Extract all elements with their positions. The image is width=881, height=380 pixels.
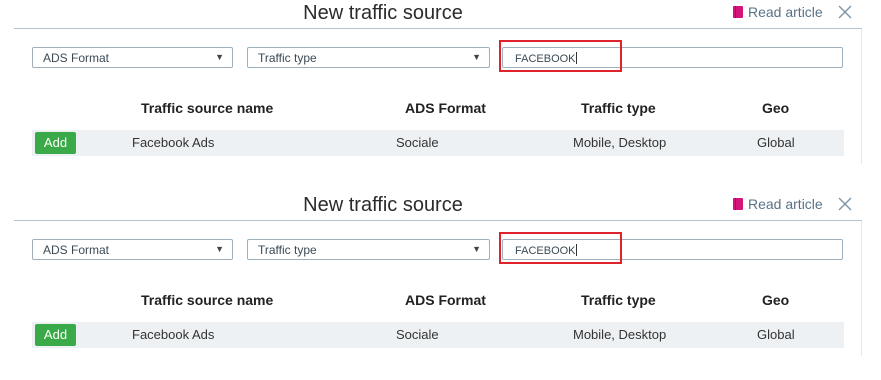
- dropdown-arrow-icon: ▼: [215, 52, 224, 62]
- traffic-type-select[interactable]: Traffic type ▼: [247, 239, 490, 260]
- dropdown-arrow-icon: ▼: [472, 52, 481, 62]
- book-icon: [733, 6, 743, 18]
- search-highlight-box: [499, 232, 622, 264]
- page-title: New traffic source: [303, 194, 463, 216]
- new-traffic-source-panel: New traffic source Read article ADS Form…: [0, 0, 881, 188]
- traffic-type-select-value: Traffic type: [258, 243, 317, 257]
- dropdown-arrow-icon: ▼: [215, 244, 224, 254]
- cell-name: Facebook Ads: [132, 135, 215, 150]
- read-article-label: Read article: [748, 196, 823, 212]
- read-article-label: Read article: [748, 4, 823, 20]
- search-highlight-box: [499, 40, 622, 72]
- cell-ads-format: Sociale: [396, 327, 439, 342]
- cell-ads-format: Sociale: [396, 135, 439, 150]
- new-traffic-source-panel: New traffic source Read article ADS Form…: [0, 192, 881, 380]
- column-header-traffic-type: Traffic type: [581, 100, 656, 116]
- column-header-name: Traffic source name: [141, 292, 274, 308]
- read-article-link[interactable]: Read article: [733, 196, 823, 212]
- add-button[interactable]: Add: [35, 324, 76, 346]
- column-header-geo: Geo: [762, 100, 790, 116]
- dropdown-arrow-icon: ▼: [472, 244, 481, 254]
- column-header-geo: Geo: [762, 292, 790, 308]
- traffic-type-select[interactable]: Traffic type ▼: [247, 47, 490, 68]
- ads-format-select-value: ADS Format: [43, 243, 110, 257]
- cell-traffic-type: Mobile, Desktop: [573, 327, 667, 342]
- column-header-traffic-type: Traffic type: [581, 292, 656, 308]
- close-icon[interactable]: [836, 195, 854, 213]
- header-divider: [14, 28, 862, 29]
- ads-format-select[interactable]: ADS Format ▼: [32, 47, 233, 68]
- header-divider: [14, 220, 862, 221]
- ads-format-select-value: ADS Format: [43, 51, 110, 65]
- add-button[interactable]: Add: [35, 132, 76, 154]
- close-icon[interactable]: [836, 3, 854, 21]
- column-header-ads-format: ADS Format: [405, 292, 486, 308]
- column-header-ads-format: ADS Format: [405, 100, 486, 116]
- cell-name: Facebook Ads: [132, 327, 215, 342]
- cell-geo: Global: [757, 135, 795, 150]
- column-header-name: Traffic source name: [141, 100, 274, 116]
- right-divider: [861, 29, 862, 164]
- cell-traffic-type: Mobile, Desktop: [573, 135, 667, 150]
- read-article-link[interactable]: Read article: [733, 4, 823, 20]
- page-title: New traffic source: [303, 2, 463, 24]
- right-divider: [861, 221, 862, 356]
- traffic-type-select-value: Traffic type: [258, 51, 317, 65]
- ads-format-select[interactable]: ADS Format ▼: [32, 239, 233, 260]
- cell-geo: Global: [757, 327, 795, 342]
- book-icon: [733, 198, 743, 210]
